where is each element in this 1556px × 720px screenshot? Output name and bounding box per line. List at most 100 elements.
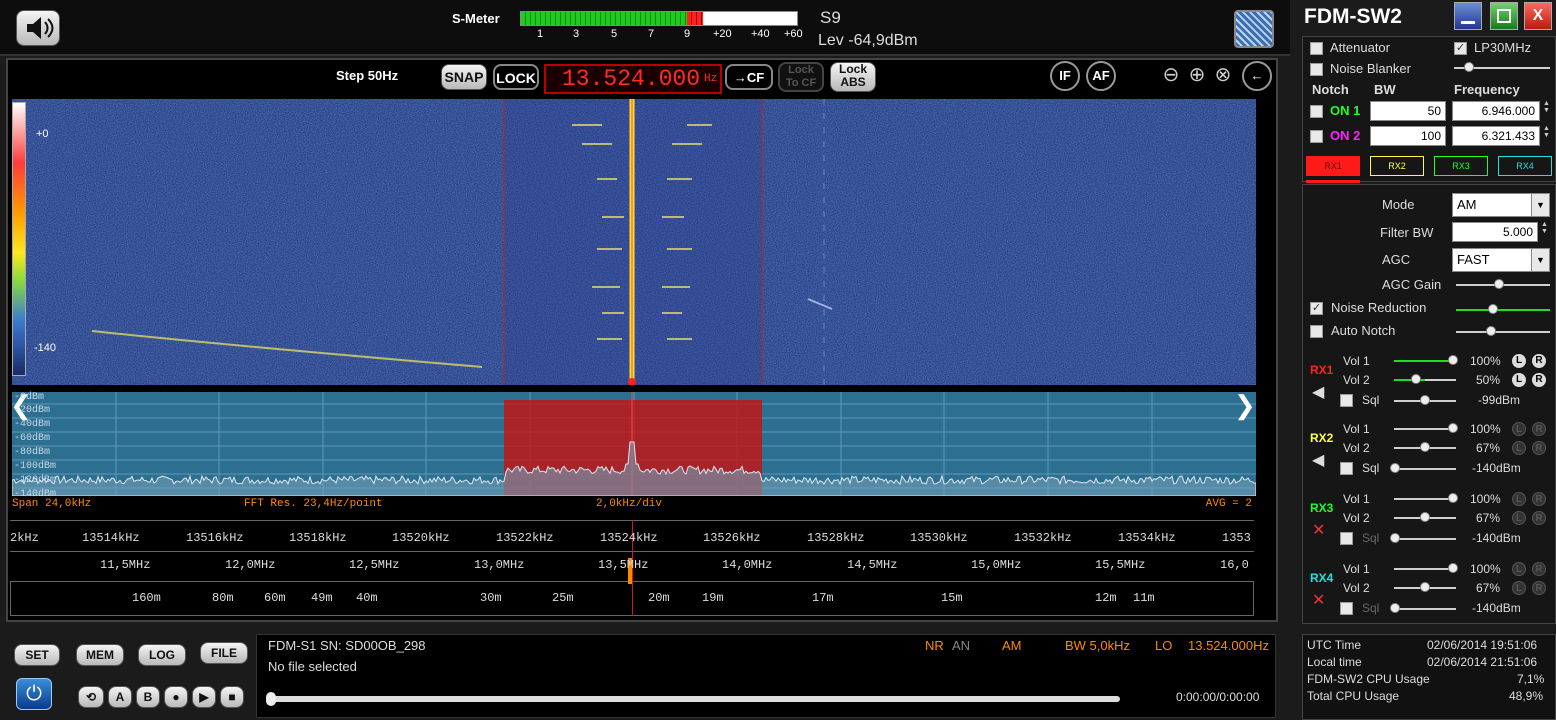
speaker-icon[interactable]: ◀ xyxy=(1312,450,1324,470)
play-icon[interactable]: ▶ xyxy=(192,686,216,708)
left-channel-icon[interactable]: L xyxy=(1512,562,1526,576)
maximize-button[interactable] xyxy=(1490,2,1518,30)
notch2-freq-field[interactable]: 6.321.433 xyxy=(1452,126,1540,146)
attenuator-checkbox[interactable] xyxy=(1310,42,1323,55)
pen-icon[interactable] xyxy=(1234,10,1274,48)
vol2-slider[interactable] xyxy=(1394,379,1456,381)
notch1-bw-field[interactable]: 50 xyxy=(1370,101,1446,121)
playback-progress[interactable] xyxy=(270,696,1120,702)
auto-notch-knob[interactable] xyxy=(1486,326,1496,336)
chevron-down-icon[interactable]: ▼ xyxy=(1531,249,1549,271)
notch1-freq-field[interactable]: 6.946.000 xyxy=(1452,101,1540,121)
right-channel-icon[interactable]: R xyxy=(1532,492,1546,506)
notch2-spin-icon[interactable]: ▲ ▼ xyxy=(1543,125,1555,139)
left-channel-icon[interactable]: L xyxy=(1512,441,1526,455)
left-channel-icon[interactable]: L xyxy=(1512,581,1526,595)
zoom-in-icon[interactable]: ⊕ xyxy=(1184,62,1210,88)
auto-notch-checkbox[interactable] xyxy=(1310,325,1323,338)
squelch-slider[interactable] xyxy=(1394,608,1456,610)
speaker-icon[interactable]: ◀ xyxy=(1312,382,1324,402)
vol1-knob[interactable] xyxy=(1448,563,1458,573)
vol2-knob[interactable] xyxy=(1420,442,1430,452)
left-channel-icon[interactable]: L xyxy=(1512,511,1526,525)
loop-icon[interactable]: ⟲ xyxy=(78,686,104,708)
right-channel-icon[interactable]: R xyxy=(1532,511,1546,525)
mem-button[interactable]: MEM xyxy=(76,644,124,666)
right-channel-icon[interactable]: R xyxy=(1532,441,1546,455)
power-icon[interactable]: ⏻ xyxy=(16,678,52,710)
zoom-reset-icon[interactable]: ⊗ xyxy=(1210,62,1236,88)
left-channel-icon[interactable]: L xyxy=(1512,492,1526,506)
step-label[interactable]: Step 50Hz xyxy=(336,68,398,83)
waterfall-display[interactable] xyxy=(12,99,1256,385)
file-button[interactable]: FILE xyxy=(200,642,248,664)
squelch-knob[interactable] xyxy=(1390,603,1400,613)
muted-speaker-icon[interactable]: ✕ xyxy=(1312,520,1325,540)
noise-reduction-checkbox[interactable]: ✓ xyxy=(1310,302,1323,315)
right-channel-icon[interactable]: R xyxy=(1532,354,1546,368)
right-channel-icon[interactable]: R xyxy=(1532,422,1546,436)
vol1-slider[interactable] xyxy=(1394,568,1456,570)
lock-to-cf-button[interactable]: Lock To CF xyxy=(778,62,824,92)
b-marker-icon[interactable]: B xyxy=(136,686,160,708)
nr-slider-knob[interactable] xyxy=(1488,304,1498,314)
if-button[interactable]: IF xyxy=(1050,61,1080,91)
squelch-checkbox[interactable] xyxy=(1340,394,1353,407)
lp30-checkbox[interactable]: ✓ xyxy=(1454,42,1467,55)
af-button[interactable]: AF xyxy=(1086,61,1116,91)
a-marker-icon[interactable]: A xyxy=(108,686,132,708)
vol1-knob[interactable] xyxy=(1448,493,1458,503)
squelch-slider[interactable] xyxy=(1394,468,1456,470)
nr-slider[interactable] xyxy=(1456,309,1550,311)
left-channel-icon[interactable]: L xyxy=(1512,373,1526,387)
filter-bw-spin-icon[interactable]: ▲ ▼ xyxy=(1541,221,1553,235)
log-button[interactable]: LOG xyxy=(138,644,186,666)
right-channel-icon[interactable]: R xyxy=(1532,562,1546,576)
notch2-checkbox[interactable] xyxy=(1310,130,1323,143)
chevron-down-icon[interactable]: ▼ xyxy=(1531,194,1549,216)
right-channel-icon[interactable]: R xyxy=(1532,581,1546,595)
right-channel-icon[interactable]: R xyxy=(1532,373,1546,387)
vol1-slider[interactable] xyxy=(1394,498,1456,500)
tab-rx1[interactable]: RX1 xyxy=(1306,156,1360,176)
set-button[interactable]: SET xyxy=(14,644,60,666)
left-channel-icon[interactable]: L xyxy=(1512,422,1526,436)
back-arrow-icon[interactable]: ← xyxy=(1242,61,1272,91)
squelch-checkbox[interactable] xyxy=(1340,462,1353,475)
muted-speaker-icon[interactable]: ✕ xyxy=(1312,590,1325,610)
agc-select[interactable]: FAST ▼ xyxy=(1452,248,1550,272)
squelch-knob[interactable] xyxy=(1420,395,1430,405)
tab-rx4[interactable]: RX4 xyxy=(1498,156,1552,176)
squelch-checkbox[interactable] xyxy=(1340,602,1353,615)
squelch-knob[interactable] xyxy=(1390,463,1400,473)
filter-bw-field[interactable]: 5.000 xyxy=(1452,222,1538,242)
mode-select[interactable]: AM ▼ xyxy=(1452,193,1550,217)
agc-gain-knob[interactable] xyxy=(1494,279,1504,289)
lock-abs-button[interactable]: Lock ABS xyxy=(830,62,876,92)
close-button[interactable]: X xyxy=(1524,2,1552,30)
tab-rx2[interactable]: RX2 xyxy=(1370,156,1424,176)
chevron-right-icon[interactable]: ❯ xyxy=(1234,390,1256,422)
vol1-slider[interactable] xyxy=(1394,428,1456,430)
minimize-button[interactable] xyxy=(1454,2,1482,30)
squelch-slider[interactable] xyxy=(1394,538,1456,540)
left-channel-icon[interactable]: L xyxy=(1512,354,1526,368)
notch2-bw-field[interactable]: 100 xyxy=(1370,126,1446,146)
noise-blanker-checkbox[interactable] xyxy=(1310,63,1323,76)
vol2-knob[interactable] xyxy=(1420,582,1430,592)
speaker-icon[interactable] xyxy=(16,10,60,46)
record-icon[interactable]: ● xyxy=(164,686,188,708)
frequency-display[interactable]: 13.524.000 Hz xyxy=(544,64,722,94)
vol1-knob[interactable] xyxy=(1448,355,1458,365)
lock-button[interactable]: LOCK xyxy=(493,64,539,90)
auto-notch-slider[interactable] xyxy=(1456,331,1550,333)
vol2-knob[interactable] xyxy=(1411,374,1421,384)
vol1-slider[interactable] xyxy=(1394,360,1456,362)
notch1-checkbox[interactable] xyxy=(1310,105,1323,118)
tab-rx3[interactable]: RX3 xyxy=(1434,156,1488,176)
notch1-spin-icon[interactable]: ▲ ▼ xyxy=(1543,100,1555,114)
playback-knob[interactable] xyxy=(266,692,276,706)
squelch-knob[interactable] xyxy=(1390,533,1400,543)
to-cf-button[interactable]: →CF xyxy=(725,64,773,90)
vol2-knob[interactable] xyxy=(1420,512,1430,522)
